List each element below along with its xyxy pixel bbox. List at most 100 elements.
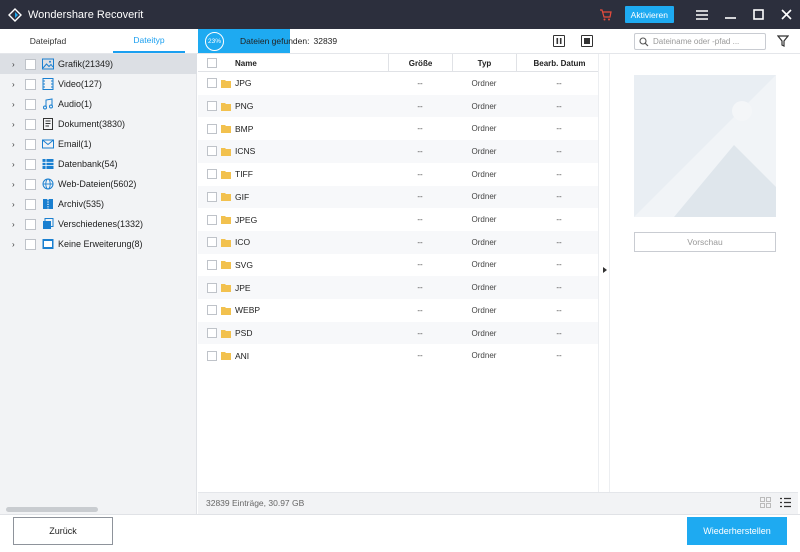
- row-checkbox[interactable]: [207, 282, 217, 293]
- row-checkbox[interactable]: [207, 214, 217, 225]
- sidebar-item-web-dateien[interactable]: › Web-Dateien(5602): [0, 174, 197, 194]
- sidebar-item-dokument[interactable]: › Dokument(3830): [0, 114, 197, 134]
- folder-icon: [221, 283, 231, 293]
- tab-dateipfad[interactable]: Dateipfad: [14, 29, 82, 53]
- sidebar-item-email[interactable]: › Email(1): [0, 134, 197, 154]
- row-checkbox[interactable]: [207, 146, 217, 157]
- table-row[interactable]: ICNS -- Ordner --: [198, 140, 598, 163]
- file-name: PSD: [235, 328, 253, 339]
- table-row[interactable]: WEBP -- Ordner --: [198, 299, 598, 322]
- preview-button[interactable]: Vorschau: [634, 232, 776, 252]
- chevron-right-icon[interactable]: ›: [12, 200, 18, 209]
- music-note-icon: [41, 98, 54, 111]
- table-row[interactable]: SVG -- Ordner --: [198, 254, 598, 277]
- list-header: Name Größe Typ Bearb. Datum: [198, 54, 598, 72]
- recoverit-logo-icon: [8, 7, 22, 22]
- row-checkbox[interactable]: [207, 328, 217, 339]
- table-row[interactable]: JPE -- Ordner --: [198, 276, 598, 299]
- checkbox[interactable]: [25, 178, 36, 190]
- folder-icon: [221, 124, 231, 134]
- row-checkbox[interactable]: [207, 237, 217, 248]
- sidebar-item-grafik[interactable]: › Grafik(21349): [0, 54, 197, 74]
- table-row[interactable]: JPEG -- Ordner --: [198, 208, 598, 231]
- chevron-right-icon[interactable]: ›: [12, 120, 18, 129]
- file-size: --: [417, 78, 423, 88]
- row-checkbox[interactable]: [207, 259, 217, 270]
- checkbox[interactable]: [25, 218, 36, 230]
- filter-icon[interactable]: [776, 35, 790, 47]
- checkbox[interactable]: [25, 58, 36, 70]
- search-input[interactable]: [653, 37, 761, 46]
- chevron-right-icon[interactable]: ›: [12, 80, 18, 89]
- sidebar-item-datenbank[interactable]: › Datenbank(54): [0, 154, 197, 174]
- column-size[interactable]: Größe: [388, 54, 452, 72]
- folder-icon: [221, 260, 231, 270]
- row-checkbox[interactable]: [207, 350, 217, 361]
- checkbox[interactable]: [25, 138, 36, 150]
- row-checkbox[interactable]: [207, 101, 217, 112]
- table-row[interactable]: PSD -- Ordner --: [198, 321, 598, 345]
- column-type[interactable]: Typ: [452, 54, 516, 72]
- checkbox[interactable]: [25, 78, 36, 90]
- file-size: --: [417, 215, 423, 225]
- table-row[interactable]: BMP -- Ordner --: [198, 117, 598, 140]
- list-view-icon[interactable]: [780, 497, 791, 508]
- collapse-arrow-icon[interactable]: [603, 267, 607, 273]
- sidebar-item-archiv[interactable]: › Archiv(535): [0, 194, 197, 214]
- row-checkbox[interactable]: [207, 123, 217, 134]
- chevron-right-icon[interactable]: ›: [12, 160, 18, 169]
- table-row[interactable]: ICO -- Ordner --: [198, 230, 598, 254]
- back-button[interactable]: Zurück: [13, 517, 113, 545]
- row-checkbox[interactable]: [207, 305, 217, 316]
- cart-icon[interactable]: [599, 8, 613, 22]
- image-icon: [41, 58, 54, 71]
- sidebar-item-verschiedenes[interactable]: › Verschiedenes(1332): [0, 214, 197, 234]
- chevron-right-icon[interactable]: ›: [12, 240, 18, 249]
- file-size: --: [417, 124, 423, 134]
- checkbox[interactable]: [25, 118, 36, 130]
- panel-splitter[interactable]: [598, 54, 610, 492]
- row-checkbox[interactable]: [207, 191, 217, 202]
- checkbox[interactable]: [25, 198, 36, 210]
- folder-icon: [221, 215, 231, 225]
- sidebar-item-label: Archiv(535): [58, 199, 105, 209]
- file-type: Ordner: [471, 351, 497, 361]
- chevron-right-icon[interactable]: ›: [12, 220, 18, 229]
- tab-dateityp[interactable]: Dateityp: [113, 29, 185, 53]
- sidebar-item-audio[interactable]: › Audio(1): [0, 94, 197, 114]
- table-row[interactable]: PNG -- Ordner --: [198, 94, 598, 118]
- select-all-checkbox[interactable]: [207, 58, 217, 68]
- row-checkbox[interactable]: [207, 169, 217, 180]
- sidebar-item-label: Grafik(21349): [58, 59, 114, 69]
- preview-panel: Vorschau: [610, 54, 800, 492]
- envelope-icon: [41, 138, 54, 151]
- chevron-right-icon[interactable]: ›: [12, 100, 18, 109]
- activate-button[interactable]: Aktivieren: [624, 6, 674, 23]
- chevron-right-icon[interactable]: ›: [12, 60, 18, 69]
- chevron-right-icon[interactable]: ›: [12, 140, 18, 149]
- toolbar: Dateipfad Dateityp 23% Dateien gefunden:…: [0, 29, 800, 54]
- minimize-icon[interactable]: [716, 0, 744, 29]
- row-checkbox[interactable]: [207, 78, 217, 89]
- maximize-icon[interactable]: [744, 0, 772, 29]
- pause-button[interactable]: [553, 35, 565, 47]
- recover-button[interactable]: Wiederherstellen: [687, 517, 787, 545]
- sidebar-item-video[interactable]: › Video(127): [0, 74, 197, 94]
- column-date[interactable]: Bearb. Datum: [516, 54, 602, 72]
- table-row[interactable]: TIFF -- Ordner --: [198, 163, 598, 186]
- file-date: --: [556, 124, 562, 134]
- sidebar-horizontal-scrollbar[interactable]: [6, 507, 98, 512]
- table-row[interactable]: ANI -- Ordner --: [198, 344, 598, 367]
- column-name[interactable]: Name: [235, 54, 257, 72]
- menu-icon[interactable]: [688, 0, 716, 29]
- checkbox[interactable]: [25, 98, 36, 110]
- table-row[interactable]: GIF -- Ordner --: [198, 185, 598, 209]
- grid-view-icon[interactable]: [760, 497, 771, 508]
- stop-button[interactable]: [581, 35, 593, 47]
- chevron-right-icon[interactable]: ›: [12, 180, 18, 189]
- table-row[interactable]: JPG -- Ordner --: [198, 72, 598, 95]
- checkbox[interactable]: [25, 158, 36, 170]
- close-icon[interactable]: [772, 0, 800, 29]
- sidebar-item-keine-erweiterung[interactable]: › Keine Erweiterung(8): [0, 234, 197, 254]
- checkbox[interactable]: [25, 238, 36, 250]
